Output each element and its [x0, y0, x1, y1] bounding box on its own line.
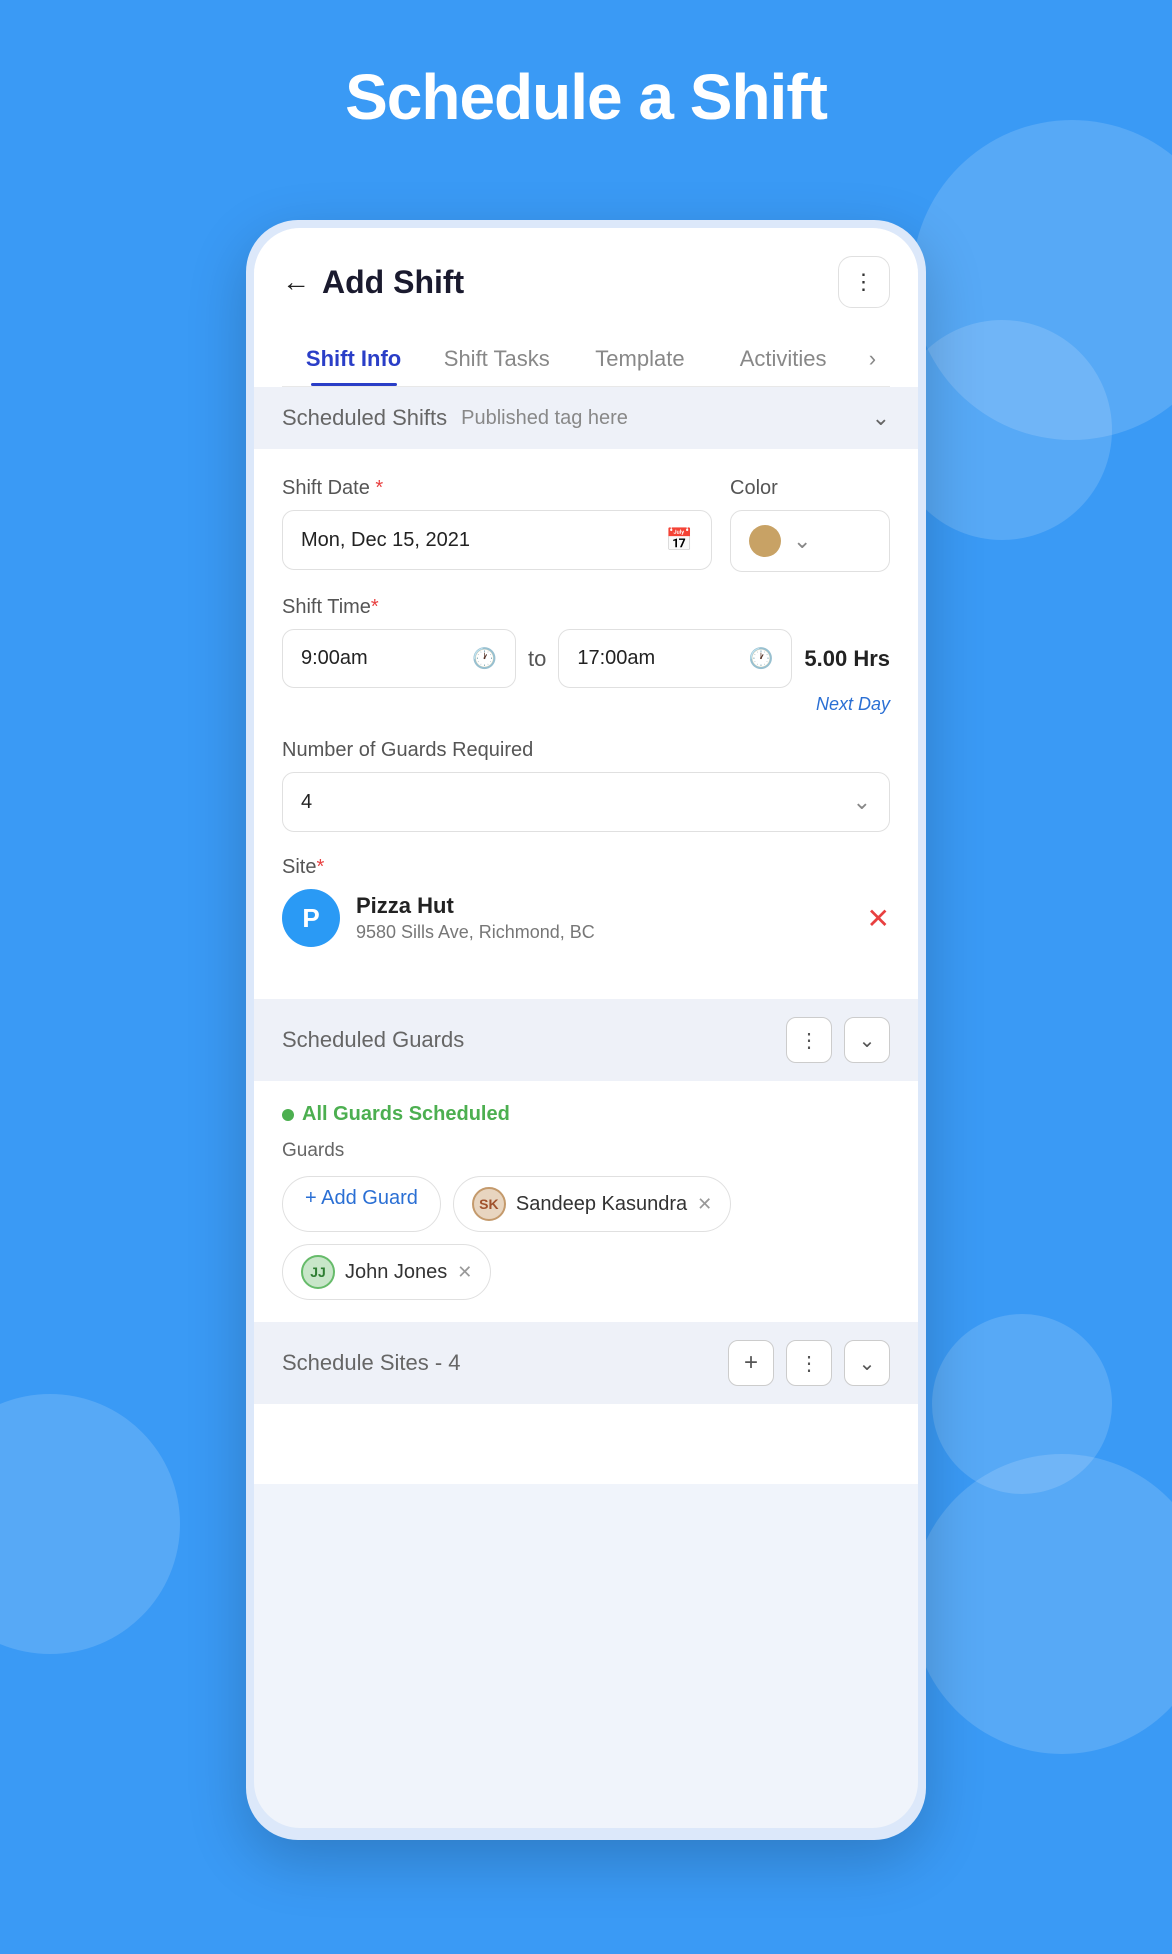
published-tag: Published tag here	[461, 407, 628, 430]
end-clock-icon: 🕐	[748, 646, 773, 671]
all-scheduled-indicator	[282, 1109, 294, 1121]
color-input[interactable]: ⌄	[730, 510, 890, 572]
shift-date-value: Mon, Dec 15, 2021	[301, 529, 470, 552]
guards-more-button[interactable]: ⋮	[786, 1017, 832, 1063]
shift-date-label: Shift Date *	[282, 477, 712, 500]
start-time-input[interactable]: 9:00am 🕐	[282, 629, 516, 688]
guards-chevron-button[interactable]: ⌄	[844, 1017, 890, 1063]
site-group: Site* P Pizza Hut 9580 Sills Ave, Richmo…	[282, 856, 890, 947]
shift-time-label: Shift Time*	[282, 596, 890, 619]
guard-name-john: John Jones	[345, 1261, 447, 1284]
scheduled-shifts-title: Scheduled Shifts	[282, 405, 447, 431]
next-day-label: Next Day	[282, 694, 890, 715]
tab-shift-info[interactable]: Shift Info	[282, 328, 425, 386]
color-label: Color	[730, 477, 890, 500]
shift-time-group: Shift Time* 9:00am 🕐 to 17:00am 🕐 5.00 H…	[282, 596, 890, 715]
guards-chips: + Add Guard SK Sandeep Kasundra ✕ JJ Joh…	[282, 1176, 890, 1300]
scheduled-shifts-section: Scheduled Shifts Published tag here ⌄	[254, 387, 918, 449]
sites-chevron-button[interactable]: ⌄	[844, 1340, 890, 1386]
bg-decoration-3	[0, 1394, 180, 1654]
start-time-value: 9:00am	[301, 647, 368, 670]
required-star-time: *	[371, 596, 379, 618]
all-scheduled-text: All Guards Scheduled	[302, 1103, 510, 1126]
scheduled-guards-section-header: Scheduled Guards ⋮ ⌄	[254, 999, 918, 1081]
remove-site-button[interactable]: ✕	[867, 902, 890, 935]
guard-chip-john[interactable]: JJ John Jones ✕	[282, 1244, 491, 1300]
tab-shift-tasks[interactable]: Shift Tasks	[425, 328, 568, 386]
tab-template[interactable]: Template	[568, 328, 711, 386]
schedule-sites-title: Schedule Sites - 4	[282, 1350, 461, 1376]
bg-decoration-5	[932, 1314, 1112, 1494]
schedule-sites-section: Schedule Sites - 4 + ⋮ ⌄	[254, 1322, 918, 1404]
guard-name-sandeep: Sandeep Kasundra	[516, 1193, 687, 1216]
back-button[interactable]: ←	[282, 266, 310, 298]
scheduled-guards-title: Scheduled Guards	[282, 1027, 464, 1053]
top-bar: ← Add Shift ⋮ Shift Info Shift Tasks Tem…	[254, 228, 918, 387]
time-row: 9:00am 🕐 to 17:00am 🕐 5.00 Hrs	[282, 629, 890, 688]
color-col: Color ⌄	[730, 477, 890, 572]
section-header-left: Scheduled Shifts Published tag here	[282, 405, 628, 431]
guard-avatar-sk: SK	[472, 1187, 506, 1221]
remove-guard-sandeep[interactable]: ✕	[697, 1194, 712, 1215]
site-address: 9580 Sills Ave, Richmond, BC	[356, 922, 851, 943]
color-chevron-icon: ⌄	[793, 528, 811, 554]
site-row: P Pizza Hut 9580 Sills Ave, Richmond, BC…	[282, 889, 890, 947]
phone-shell: ← Add Shift ⋮ Shift Info Shift Tasks Tem…	[246, 220, 926, 1840]
header-row: ← Add Shift ⋮	[282, 256, 890, 328]
guards-content: All Guards Scheduled Guards + Add Guard …	[254, 1081, 918, 1322]
start-clock-icon: 🕐	[472, 646, 497, 671]
all-scheduled-row: All Guards Scheduled	[282, 1103, 890, 1126]
add-guard-button[interactable]: + Add Guard	[282, 1176, 441, 1232]
header-left: ← Add Shift	[282, 264, 464, 301]
end-time-input[interactable]: 17:00am 🕐	[558, 629, 792, 688]
sites-actions: + ⋮ ⌄	[728, 1340, 890, 1386]
required-star-site: *	[316, 856, 324, 878]
phone-screen: ← Add Shift ⋮ Shift Info Shift Tasks Tem…	[254, 228, 918, 1828]
hours-display: 5.00 Hrs	[804, 646, 890, 672]
guards-count-select[interactable]: 4 ⌄	[282, 772, 890, 832]
more-options-button[interactable]: ⋮	[838, 256, 890, 308]
tabs-more-chevron[interactable]: ›	[855, 328, 890, 386]
scheduled-shifts-chevron[interactable]: ⌄	[872, 405, 890, 431]
bottom-area	[254, 1404, 918, 1484]
remove-guard-john[interactable]: ✕	[457, 1262, 472, 1283]
to-separator: to	[528, 646, 546, 672]
end-time-value: 17:00am	[577, 647, 655, 670]
add-site-button[interactable]: +	[728, 1340, 774, 1386]
sites-more-button[interactable]: ⋮	[786, 1340, 832, 1386]
tabs-row: Shift Info Shift Tasks Template Activiti…	[282, 328, 890, 387]
color-dot	[749, 525, 781, 557]
site-name: Pizza Hut	[356, 893, 851, 919]
guard-chip-sandeep[interactable]: SK Sandeep Kasundra ✕	[453, 1176, 731, 1232]
shift-date-col: Shift Date * Mon, Dec 15, 2021 📅	[282, 477, 712, 572]
guard-avatar-jj: JJ	[301, 1255, 335, 1289]
guards-count-value: 4	[301, 791, 312, 814]
calendar-icon: 📅	[666, 527, 693, 553]
page-header-title: Add Shift	[322, 264, 464, 301]
guards-count-chevron: ⌄	[853, 789, 871, 815]
shift-date-input[interactable]: Mon, Dec 15, 2021 📅	[282, 510, 712, 570]
guards-required-label: Number of Guards Required	[282, 739, 890, 762]
tab-activities[interactable]: Activities	[712, 328, 855, 386]
form-card: Shift Date * Mon, Dec 15, 2021 📅 Color ⌄	[254, 449, 918, 999]
site-avatar: P	[282, 889, 340, 947]
guards-actions: ⋮ ⌄	[786, 1017, 890, 1063]
site-label: Site*	[282, 856, 890, 879]
guards-required-group: Number of Guards Required 4 ⌄	[282, 739, 890, 832]
bg-decoration-4	[912, 1454, 1172, 1754]
required-star-date: *	[370, 477, 383, 499]
page-title: Schedule a Shift	[0, 60, 1172, 134]
guards-sublabel: Guards	[282, 1140, 890, 1162]
site-info: Pizza Hut 9580 Sills Ave, Richmond, BC	[356, 893, 851, 943]
date-color-row: Shift Date * Mon, Dec 15, 2021 📅 Color ⌄	[282, 477, 890, 572]
content-area: Scheduled Shifts Published tag here ⌄ Sh…	[254, 387, 918, 1484]
